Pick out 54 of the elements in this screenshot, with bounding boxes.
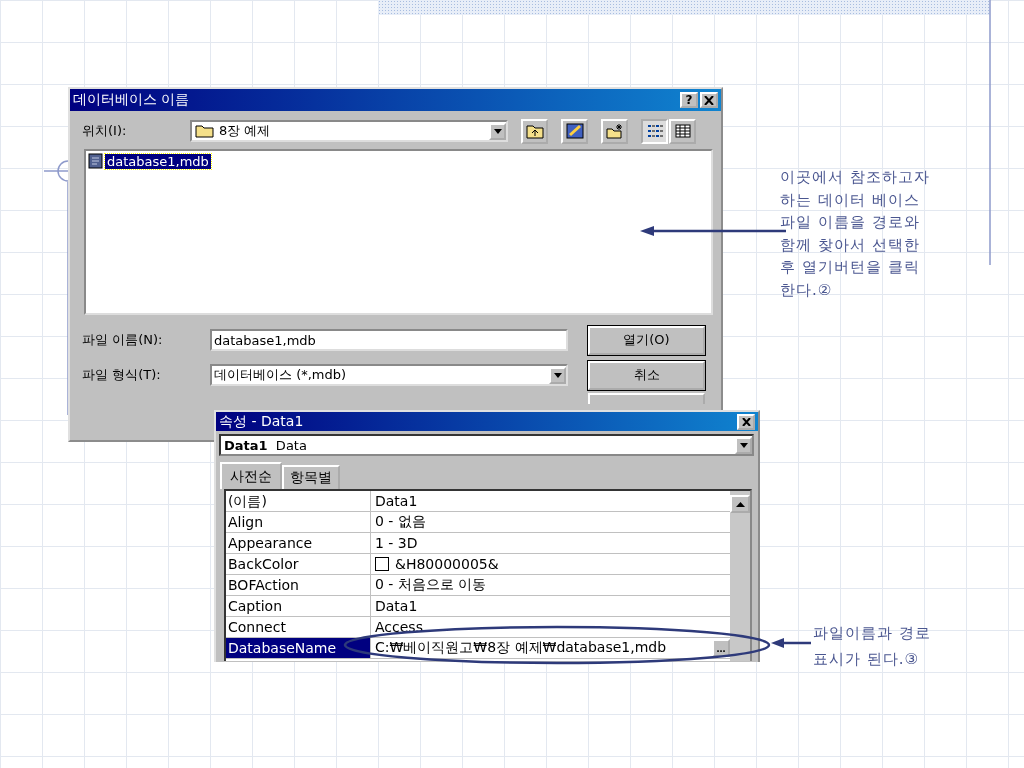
new-folder-icon	[605, 123, 624, 139]
file-name-field[interactable]: database1,mdb	[210, 329, 568, 351]
object-dropdown[interactable]: Data1 Data	[219, 434, 754, 456]
tab[interactable]: 사전순	[220, 462, 282, 489]
location-dropdown[interactable]: 8장 예제	[190, 120, 508, 142]
list-icon	[646, 124, 663, 138]
property-value: 0 - 없음	[375, 513, 427, 531]
details-view-button[interactable]	[669, 118, 696, 144]
property-name[interactable]: Appearance	[226, 533, 371, 553]
table-icon	[674, 124, 691, 138]
property-value: 0 - 처음으로 이동	[375, 576, 488, 594]
property-value: Data1	[375, 598, 419, 614]
folder-up-icon	[525, 123, 544, 139]
file-type-label: 파일 형식(T):	[82, 366, 162, 384]
property-name[interactable]: Align	[226, 512, 371, 532]
tab[interactable]: 항목별	[282, 465, 340, 489]
color-swatch	[375, 557, 389, 571]
up-arrow-icon	[735, 501, 745, 507]
scroll-up-button[interactable]	[730, 495, 750, 513]
folder-icon	[195, 124, 215, 138]
property-name[interactable]: Connect	[226, 617, 371, 637]
new-folder-button[interactable]	[601, 118, 628, 144]
property-name[interactable]: Caption	[226, 596, 371, 616]
property-name[interactable]: BOFAction	[226, 575, 371, 595]
open-button[interactable]: 열기(O)	[588, 325, 705, 355]
arrow	[771, 638, 811, 648]
bullet-ornament-drawing	[43, 160, 69, 182]
property-name[interactable]: BackColor	[226, 554, 371, 574]
property-value: Data1	[375, 493, 419, 509]
help-button[interactable]: ?	[680, 92, 698, 108]
close-icon	[704, 95, 714, 105]
list-view-button[interactable]	[641, 118, 668, 144]
close-icon	[741, 417, 751, 426]
file-name-label: 파일 이름(N):	[82, 331, 164, 349]
browse-button[interactable]: ...	[712, 639, 730, 657]
close-button[interactable]	[737, 413, 755, 430]
up-folder-button[interactable]	[521, 118, 548, 144]
close-button[interactable]	[700, 92, 718, 108]
database-file-icon	[88, 153, 104, 169]
cancel-button[interactable]: 취소	[588, 360, 705, 390]
location-label: 위치(I):	[82, 122, 128, 140]
callout-text: 파일이름과 경로 표시가 된다.③	[813, 623, 932, 670]
property-name[interactable]: DatabaseName	[226, 638, 371, 658]
window-title: 데이터베이스 이름	[73, 91, 190, 109]
window-title: 속성 - Data1	[219, 412, 304, 431]
property-value: C:₩베이직원고₩8장 예제₩database1,mdb	[375, 639, 668, 657]
property-value: &H80000005&	[395, 556, 500, 572]
property-name[interactable]: (이름)	[226, 491, 371, 511]
pencil-icon	[565, 123, 584, 139]
desktop-button[interactable]	[561, 118, 588, 144]
file-type-dropdown[interactable]: 데이터베이스 (*,mdb)	[210, 364, 568, 386]
callout-text: 이곳에서 참조하고자 하는 데이터 베이스 파일 이름을 경로와 함께 찾아서 선택한 후 열기버턴을 클릭 한다.②	[780, 167, 931, 301]
scrollbar[interactable]	[730, 491, 750, 661]
property-value: 1 - 3D	[375, 535, 419, 551]
